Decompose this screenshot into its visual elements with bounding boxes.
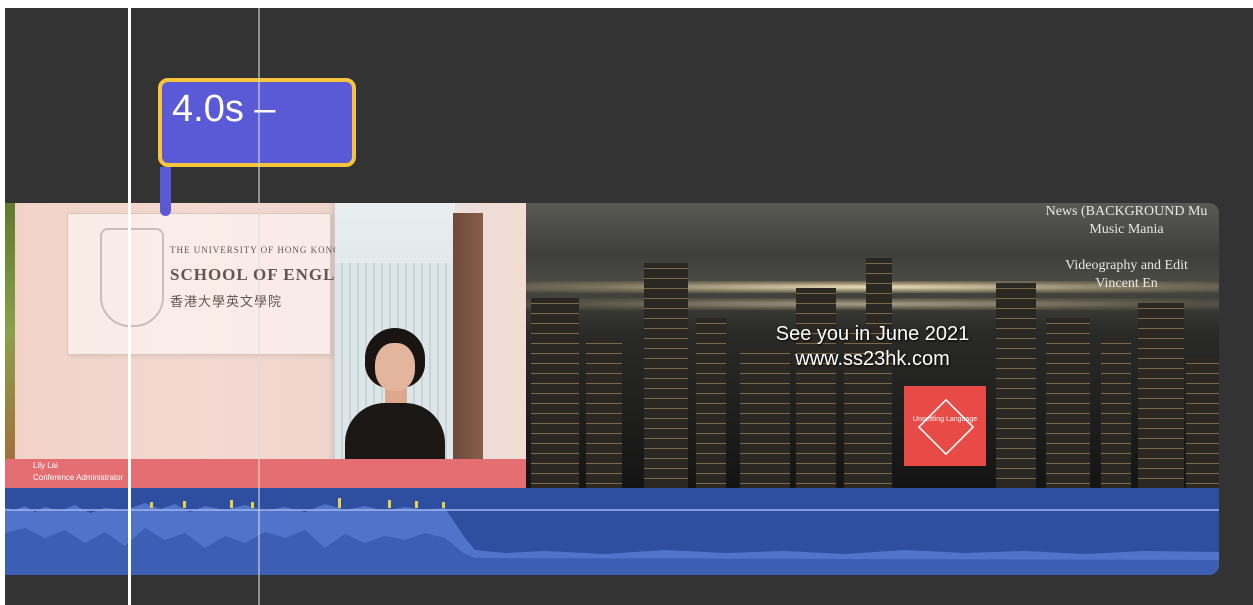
credits-spacer [1034, 239, 1219, 257]
audio-waveform-track[interactable] [5, 488, 1219, 575]
lower-third-name: Lily Lai [33, 461, 58, 470]
door [453, 213, 483, 463]
conference-logo: Unsettling Language [904, 386, 986, 466]
building [866, 258, 892, 488]
duration-tag-stem [160, 167, 171, 216]
building [796, 288, 836, 488]
building [996, 283, 1036, 488]
credits-line-5: Vincent En [1095, 276, 1158, 291]
speaker-face [375, 343, 415, 391]
credits-text: News (BACKGROUND Mu Music Mania Videogra… [1034, 203, 1219, 293]
playhead[interactable] [128, 8, 131, 605]
credits-line-4: Videography and Edit [1065, 258, 1188, 273]
lower-third: Lily Lai Conference Administrator [5, 459, 526, 488]
logo-text: Unsettling Language [912, 416, 978, 423]
credits-line-2: Music Mania [1089, 222, 1164, 237]
building [644, 263, 688, 488]
credits-line-1: News (BACKGROUND Mu [1045, 204, 1208, 219]
tagline-date: See you in June 2021 [775, 323, 970, 345]
skimmer-line [258, 8, 260, 605]
clip-track[interactable]: THE UNIVERSITY OF HONG KONG SCHOOL OF EN… [5, 203, 1219, 575]
plaque-line-1: THE UNIVERSITY OF HONG KONG [170, 245, 341, 255]
crest-emblem [100, 228, 164, 327]
timeline[interactable]: THE UNIVERSITY OF HONG KONG SCHOOL OF EN… [5, 8, 1253, 605]
plaque-line-3: 香港大學英文學院 [170, 294, 283, 309]
waveform-detail [5, 528, 1219, 575]
previous-clip-edge[interactable] [5, 203, 15, 463]
logo-diamond-shape [917, 398, 975, 456]
waveform-peaks [150, 498, 445, 508]
building [1186, 358, 1219, 488]
lower-third-title: Conference Administrator [33, 473, 124, 482]
audio-waveform [5, 498, 1219, 575]
duration-tag[interactable]: 4.0s – [158, 78, 356, 167]
tagline-url: www.ss23hk.com [795, 348, 950, 370]
plaque-line-2: SCHOOL OF ENGLISH [170, 265, 368, 284]
video-clip-office[interactable]: THE UNIVERSITY OF HONG KONG SCHOOL OF EN… [5, 203, 526, 488]
video-clip-skyline[interactable]: News (BACKGROUND Mu Music Mania Videogra… [526, 203, 1219, 488]
duration-label: 4.0s – [172, 88, 276, 130]
